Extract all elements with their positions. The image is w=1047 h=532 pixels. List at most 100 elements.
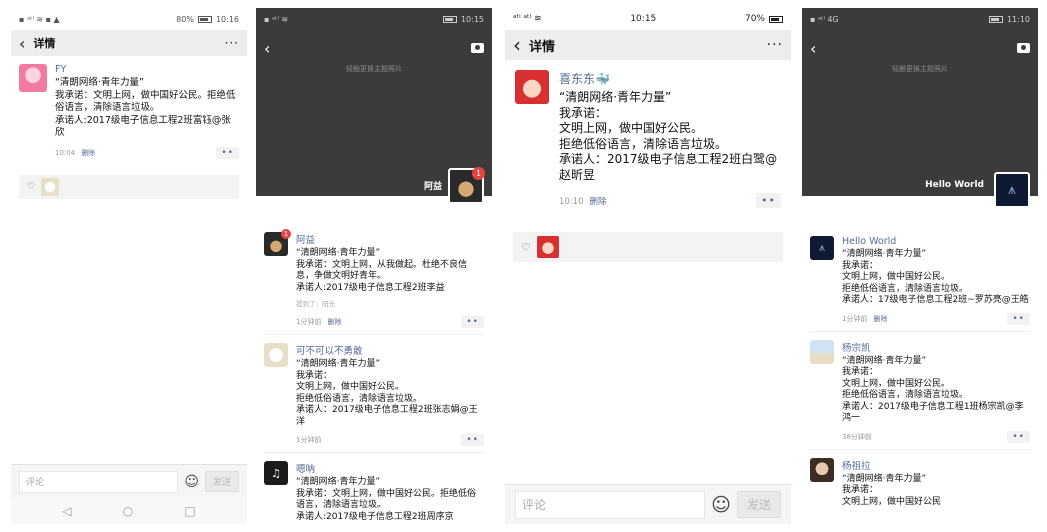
delete-link[interactable]: 删除	[327, 318, 341, 326]
moments-cover[interactable]: ▪ ᵃᵗˡ 4G 11:10 ‹ 轻触更换主题照片 Hello World ⩚	[802, 8, 1038, 208]
author-name[interactable]: FY	[55, 64, 239, 75]
comment-bar: 评论 ☺ 发送	[505, 484, 791, 524]
author-name[interactable]: 阿益	[296, 232, 484, 246]
comment-menu-button[interactable]: ••	[756, 193, 781, 208]
post-text: “清朗网络·青年力量” 我承诺： 文明上网，做中国好公民。 拒绝低俗语言，清除语…	[559, 90, 778, 182]
post-text: “清朗网络·青年力量” 我承诺： 文明上网，做中国好公民。 拒绝低俗语言，清除语…	[842, 249, 1029, 305]
back-icon[interactable]: ‹	[513, 33, 521, 57]
avatar[interactable]	[515, 70, 549, 104]
avatar[interactable]	[810, 457, 834, 482]
owner-avatar[interactable]: ⩚	[994, 172, 1030, 208]
status-bar: ▪ ᵃᵗˡ ≋ ▪ ▲ 80% 10:16	[11, 8, 247, 30]
owner-avatar[interactable]: 1	[448, 167, 485, 204]
clock: 10:15	[630, 14, 657, 24]
post-time: 10:04	[55, 148, 76, 157]
comment-menu-button[interactable]: ••	[1007, 430, 1030, 443]
camera-icon[interactable]	[1017, 43, 1030, 53]
send-button[interactable]: 发送	[204, 471, 239, 492]
system-home-icon[interactable]: ○	[123, 504, 133, 518]
nav-bar: ‹ 详情 ···	[505, 30, 791, 60]
clock: 10:15	[460, 14, 484, 24]
back-icon[interactable]: ‹	[810, 39, 816, 58]
moment-post: 喜东东🐳 “清朗网络·青年力量” 我承诺： 文明上网，做中国好公民。 拒绝低俗语…	[505, 60, 791, 214]
moment-post: FY “清朗网络·青年力量” 我承诺：文明上网，做中国好公民。拒绝低俗语言，清除…	[11, 56, 247, 165]
status-icons: ᵃᵗˡ ᵃᵗˡ ≋	[513, 14, 542, 24]
battery-icon	[988, 15, 1003, 23]
back-icon[interactable]: ‹	[19, 34, 25, 53]
back-icon[interactable]: ‹	[264, 39, 270, 58]
post-text: “清朗网络·青年力量” 我承诺：文明上网，从我做起。杜绝不良信息，争做文明好青年…	[296, 248, 468, 293]
camera-icon[interactable]	[471, 43, 484, 53]
post-text: 我承诺：文明上网，做中国好公民。拒绝低俗语言，清除语言垃圾。 承诺人:2017级…	[55, 89, 236, 139]
author-name[interactable]: 喜东东🐳	[559, 70, 781, 87]
comment-menu-button[interactable]: ••	[216, 146, 239, 159]
more-icon[interactable]: ···	[225, 36, 239, 50]
post-time: 1分钟前	[296, 318, 322, 326]
clock: 10:16	[215, 14, 239, 24]
mentioned-text: 提到了：阳光	[296, 300, 335, 308]
heart-icon: ♡	[27, 181, 36, 192]
comment-bar: 评论 ☺ 发送	[11, 464, 247, 498]
status-icons: ▪ ᵃᵗˡ ≋	[264, 14, 289, 24]
comment-input[interactable]: 评论	[19, 470, 179, 493]
cover-hint: 轻触更换主题照片	[892, 65, 948, 73]
liker-avatar[interactable]	[536, 236, 559, 258]
notification-badge: 1	[281, 229, 291, 239]
battery-icon	[769, 15, 783, 23]
heart-icon: ♡	[521, 240, 531, 254]
phone-screen-detail-1: ▪ ᵃᵗˡ ≋ ▪ ▲ 80% 10:16 ‹ 详情 ··· FY “清朗网络·…	[11, 8, 247, 524]
avatar[interactable]: 1	[264, 229, 291, 256]
more-icon[interactable]: ···	[767, 37, 783, 53]
phone-screen-detail-3: ᵃᵗˡ ᵃᵗˡ ≋ 10:15 70% ‹ 详情 ··· 喜东东🐳 “清朗网络·…	[505, 8, 791, 524]
avatar[interactable]	[19, 64, 47, 92]
post-text: “清朗网络·青年力量” 我承诺： 文明上网，做中国好公民。 拒绝低俗语言，清除语…	[296, 359, 478, 427]
notification-badge: 1	[472, 167, 485, 180]
liker-avatar[interactable]	[41, 177, 60, 196]
avatar[interactable]: ♫	[264, 461, 288, 485]
author-name[interactable]: 可不可以不勇敢	[296, 343, 484, 357]
comment-menu-button[interactable]: ••	[461, 434, 484, 446]
status-bar: ▪ ᵃᵗˡ ≋ 10:15	[256, 8, 492, 30]
post-time: 1分钟前	[842, 314, 868, 323]
author-name[interactable]: 嗯呐	[296, 461, 484, 475]
comment-menu-button[interactable]: ••	[461, 316, 484, 328]
send-button[interactable]: 发送	[736, 491, 781, 518]
status-icons: ▪ ᵃᵗˡ ≋ ▪ ▲	[19, 14, 60, 24]
post-text: “清朗网络·青年力量” 我承诺： 文明上网，做中国好公民。 拒绝低俗语言，清除语…	[842, 355, 1024, 424]
comment-menu-button[interactable]: ••	[1007, 312, 1030, 325]
moment-post: 1 阿益 “清朗网络·青年力量” 我承诺：文明上网，从我做起。杜绝不良信息，争做…	[256, 224, 492, 334]
likes-row: ♡	[513, 232, 783, 262]
nav-bar: ‹ 详情 ···	[11, 30, 247, 56]
moments-cover[interactable]: ▪ ᵃᵗˡ ≋ 10:15 ‹ 轻触更换主题照片 阿益 1	[256, 8, 492, 204]
system-recent-icon[interactable]: □	[184, 504, 195, 518]
emoji-icon[interactable]: ☺	[711, 494, 731, 516]
owner-name: Hello World	[925, 180, 984, 190]
post-time: 38分钟前	[842, 432, 872, 441]
avatar[interactable]	[810, 339, 834, 364]
avatar[interactable]: ⩚	[810, 236, 834, 260]
author-name[interactable]: 杨宗凯	[842, 340, 1030, 354]
avatar[interactable]	[264, 343, 288, 367]
post-time: 10:10	[559, 196, 584, 207]
phone-screen-moments-4: ▪ ᵃᵗˡ 4G 11:10 ‹ 轻触更换主题照片 Hello World ⩚ …	[802, 8, 1038, 524]
moment-post: ⩚ Hello World “清朗网络·青年力量” 我承诺： 文明上网，做中国好…	[802, 228, 1038, 331]
delete-link[interactable]: 删除	[873, 315, 887, 323]
delete-link[interactable]: 删除	[590, 197, 607, 207]
delete-link[interactable]: 删除	[81, 149, 95, 157]
moment-post: ♫ 嗯呐 “清朗网络·青年力量” 我承诺：文明上网，做中国好公民。拒绝低俗语言，…	[256, 453, 492, 524]
post-text: “清朗网络·青年力量” 我承诺： 文明上网，做中国好公民	[842, 473, 942, 507]
owner-name: 阿益	[423, 182, 442, 192]
comment-input[interactable]: 评论	[515, 490, 706, 519]
cover-hint: 轻触更换主题照片	[346, 65, 402, 73]
emoji-icon[interactable]: ☺	[184, 474, 199, 490]
system-back-icon[interactable]: ◁	[62, 504, 71, 518]
pledge-heading: “清朗网络·青年力量”	[55, 77, 144, 88]
battery-percent: 80%	[176, 14, 194, 24]
author-name[interactable]: 杨祖拉	[842, 458, 1030, 472]
moment-post: 可不可以不勇敢 “清朗网络·青年力量” 我承诺： 文明上网，做中国好公民。 拒绝…	[256, 335, 492, 452]
moment-post: 杨宗凯 “清朗网络·青年力量” 我承诺： 文明上网，做中国好公民。 拒绝低俗语言…	[802, 332, 1038, 449]
phone-screen-moments-2: ▪ ᵃᵗˡ ≋ 10:15 ‹ 轻触更换主题照片 阿益 1 1 阿益 “清朗网络…	[256, 8, 492, 524]
post-text: “清朗网络·青年力量” 我承诺：文明上网，做中国好公民。拒绝低俗语言，清除语言垃…	[296, 477, 477, 522]
moment-post: 杨祖拉 “清朗网络·青年力量” 我承诺： 文明上网，做中国好公民	[802, 450, 1038, 515]
author-name[interactable]: Hello World	[842, 236, 1030, 247]
